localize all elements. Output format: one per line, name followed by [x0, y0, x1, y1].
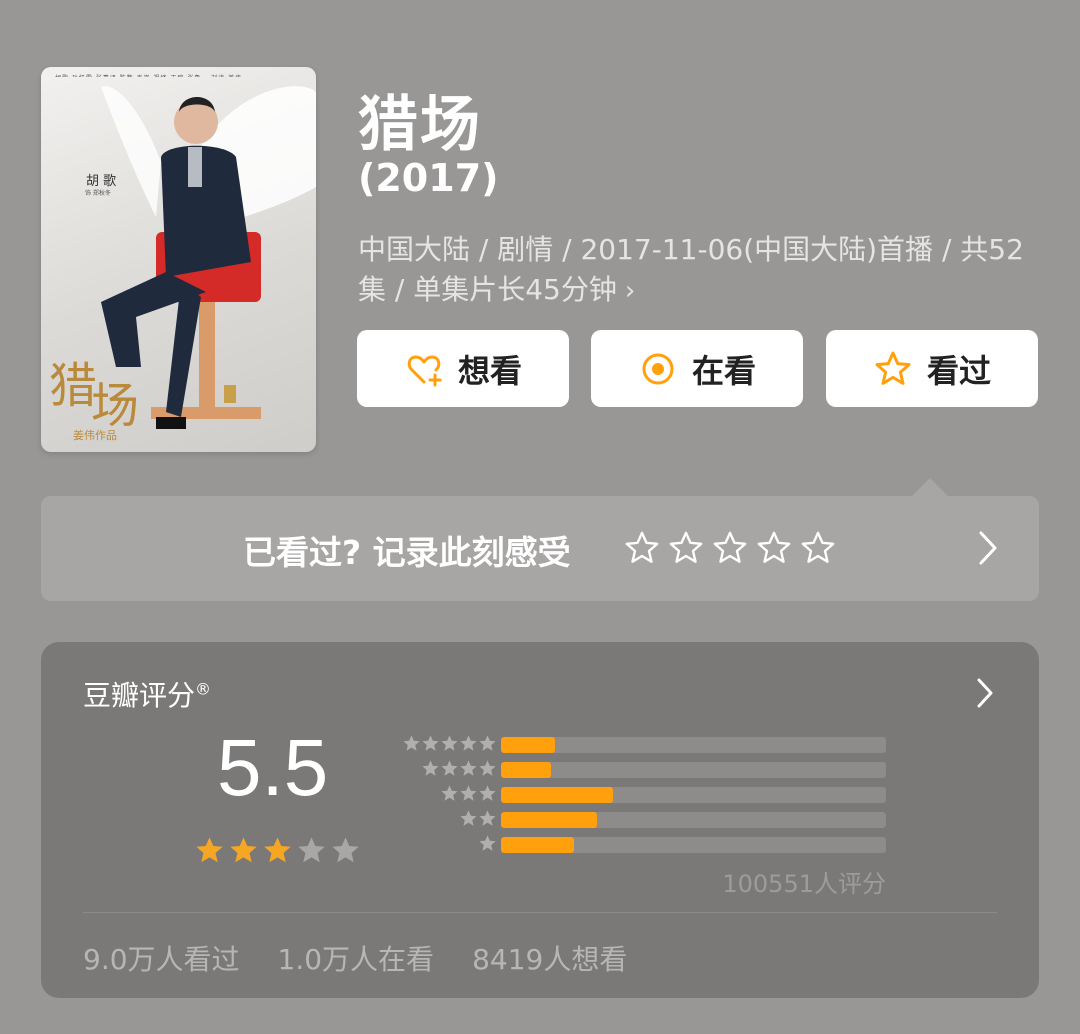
- star-small-icon: [422, 760, 439, 776]
- distribution-bar-track: [501, 812, 886, 828]
- distribution-bar-fill: [501, 837, 575, 853]
- show-meta-text: 中国大陆 / 剧情 / 2017-11-06(中国大陆)首播 / 共52集 / …: [358, 233, 1024, 306]
- registered-mark: ®: [195, 679, 212, 699]
- target-circle-icon: [642, 353, 674, 384]
- distribution-bar-track: [501, 837, 886, 853]
- rating-count: 100551人评分: [722, 870, 886, 898]
- star-filled-icon: [230, 837, 257, 863]
- heart-plus-icon: [407, 355, 442, 386]
- star-filled-icon: [264, 837, 291, 863]
- watching-label: 在看: [691, 351, 756, 390]
- star-small-icon: [460, 735, 477, 751]
- star-small-icon: [403, 735, 420, 751]
- star-empty-icon: [332, 837, 359, 863]
- score-value: 5.5: [217, 723, 329, 812]
- star-outline-icon[interactable]: [667, 529, 705, 567]
- rate-prompt-card[interactable]: 已看过? 记录此刻感受: [41, 496, 1039, 601]
- rate-stars[interactable]: [623, 529, 837, 567]
- watched-label: 看过: [926, 351, 991, 390]
- distribution-bar-fill: [501, 762, 552, 778]
- star-small-icon: [460, 810, 477, 826]
- poster-artwork: 猎 场 姜伟作品 胡 歌 饰 郑秋冬: [49, 86, 316, 442]
- distribution-row-1-star: [381, 834, 901, 854]
- release-year: (2017): [358, 156, 499, 200]
- distribution-bar-fill: [501, 787, 613, 803]
- star-small-icon: [460, 760, 477, 776]
- douban-score-label: 豆瓣评分®: [83, 674, 211, 714]
- douban-score-label-text: 豆瓣评分: [83, 679, 196, 712]
- star-outline-icon: [875, 351, 911, 385]
- star-small-icon: [479, 835, 496, 851]
- star-small-icon: [441, 735, 458, 751]
- distribution-row-3-star: [381, 784, 901, 804]
- want-to-watch-button[interactable]: 想看: [357, 330, 569, 407]
- watched-count[interactable]: 9.0万人看过: [83, 938, 240, 978]
- chevron-right-icon: ›: [624, 276, 636, 306]
- svg-text:胡 歌: 胡 歌: [86, 174, 116, 189]
- star-outline-icon[interactable]: [755, 529, 793, 567]
- star-outline-icon[interactable]: [623, 529, 661, 567]
- show-meta[interactable]: 中国大陆 / 剧情 / 2017-11-06(中国大陆)首播 / 共52集 / …: [358, 230, 1048, 311]
- want-to-watch-label: 想看: [457, 351, 522, 390]
- page-title: 猎场: [358, 90, 482, 160]
- poster-logo: 猎: [49, 358, 97, 414]
- distribution-row-4-star: [381, 759, 901, 779]
- star-small-icon: [441, 760, 458, 776]
- star-small-icon: [479, 735, 496, 751]
- svg-text:场: 场: [91, 378, 139, 434]
- distribution-bar-track: [501, 737, 886, 753]
- distribution-bar-track: [501, 787, 886, 803]
- divider: [83, 912, 997, 913]
- score-stars: [194, 835, 361, 866]
- svg-text:姜伟作品: 姜伟作品: [73, 428, 117, 442]
- poster-image[interactable]: 胡歌 孙红雷 张嘉译 陈数 秦岚 祖峰 王鸥 张鲁一 刘涛 姜伟 猎 场 姜伟作…: [41, 67, 316, 452]
- star-filled-icon: [196, 837, 223, 863]
- star-small-icon: [479, 785, 496, 801]
- distribution-stars: [402, 734, 497, 753]
- star-outline-icon[interactable]: [799, 529, 837, 567]
- douban-score-card[interactable]: 豆瓣评分® 5.5 100551人评分 9.0万人看过 1.0万人在看 8419…: [41, 642, 1039, 998]
- star-small-icon: [422, 735, 439, 751]
- want-count[interactable]: 8419人想看: [472, 938, 627, 978]
- star-small-icon: [479, 810, 496, 826]
- chevron-right-icon[interactable]: [973, 676, 997, 710]
- star-outline-icon[interactable]: [711, 529, 749, 567]
- distribution-bar-fill: [501, 737, 555, 753]
- distribution-stars: [421, 759, 497, 778]
- star-small-icon: [479, 760, 496, 776]
- watched-button[interactable]: 看过: [826, 330, 1038, 407]
- rate-prompt-text: 已看过? 记录此刻感受: [243, 533, 571, 572]
- chevron-right-icon[interactable]: [973, 528, 1003, 568]
- star-empty-icon: [298, 837, 325, 863]
- star-small-icon: [460, 785, 477, 801]
- distribution-bar-fill: [501, 812, 598, 828]
- distribution-row-5-star: [381, 734, 901, 754]
- popover-pointer: [912, 478, 948, 496]
- distribution-stars: [440, 784, 497, 803]
- distribution-bar-track: [501, 762, 886, 778]
- watching-count[interactable]: 1.0万人在看: [278, 938, 435, 978]
- distribution-row-2-star: [381, 809, 901, 829]
- distribution-stars: [478, 834, 497, 853]
- watching-button[interactable]: 在看: [591, 330, 803, 407]
- distribution-stars: [459, 809, 497, 828]
- star-small-icon: [441, 785, 458, 801]
- svg-text:饰 郑秋冬: 饰 郑秋冬: [85, 189, 111, 197]
- watch-stats: 9.0万人看过 1.0万人在看 8419人想看: [83, 938, 627, 978]
